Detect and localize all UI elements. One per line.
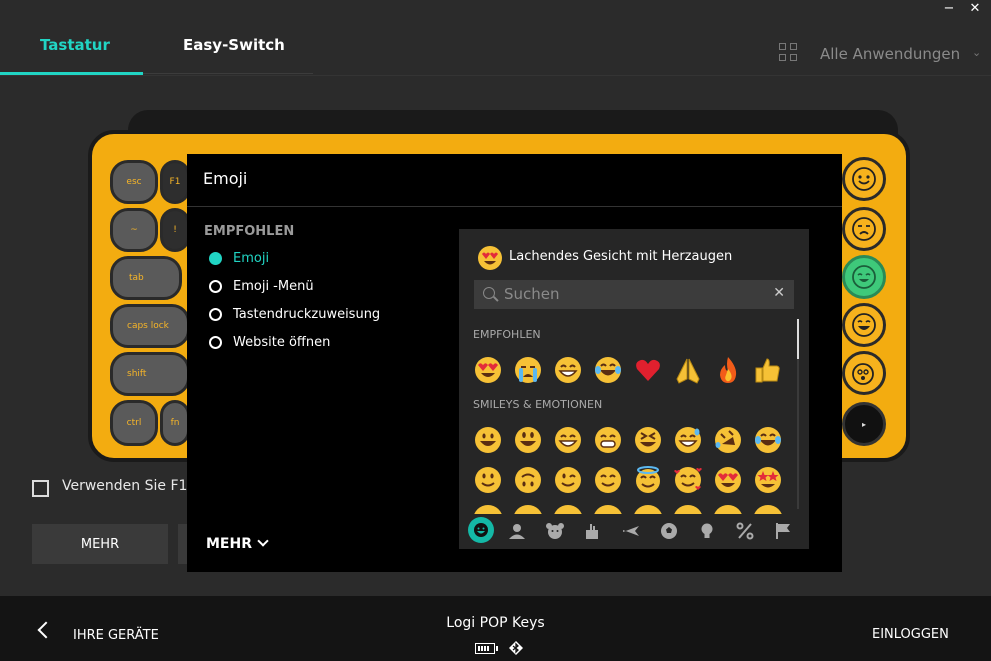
clear-icon[interactable]: ✕ <box>773 285 785 301</box>
device-name: Logi POP Keys <box>446 615 545 631</box>
fire-emoji-icon[interactable] <box>713 355 743 385</box>
panel-divider <box>187 206 842 207</box>
winking-face-emoji-icon[interactable] <box>553 465 583 495</box>
smiling-hearts-emoji-icon[interactable] <box>673 465 703 495</box>
slightly-smiling-emoji-icon[interactable] <box>473 465 503 495</box>
food-category-icon[interactable] <box>583 521 603 541</box>
key-tilde[interactable]: ~ <box>110 208 158 252</box>
key-ctrl[interactable]: ctrl <box>110 400 158 446</box>
smiley-category-icon[interactable] <box>468 517 494 543</box>
f-keys-label: Verwenden Sie F1-F <box>62 478 201 494</box>
panel-more-button[interactable]: MEHR <box>206 536 252 552</box>
squinting-face-emoji-icon[interactable] <box>633 425 663 455</box>
option-emoji-menu[interactable]: Emoji -Menü <box>209 279 314 294</box>
emoji-key-5[interactable] <box>842 351 886 395</box>
percent-category-icon[interactable] <box>735 521 755 541</box>
option-label: Website öffnen <box>233 335 331 350</box>
scrollbar-track[interactable] <box>797 359 799 509</box>
radio-icon <box>209 336 222 349</box>
key-esc[interactable]: esc <box>110 160 158 204</box>
smiling-eyes-emoji-icon[interactable] <box>593 465 623 495</box>
person-category-icon[interactable] <box>507 521 527 541</box>
search-icon <box>483 287 495 299</box>
option-label: Tastendruckzuweisung <box>233 307 381 322</box>
recommended-section-heading: EMPFOHLEN <box>473 328 541 341</box>
halo-face-emoji-icon[interactable] <box>633 465 663 495</box>
heart-eyes-emoji-icon <box>478 246 502 270</box>
tears-of-joy-emoji-icon[interactable] <box>593 355 623 385</box>
more-button[interactable]: MEHR <box>32 524 168 564</box>
key-fn[interactable]: fn <box>160 400 190 446</box>
radio-selected-icon <box>209 252 222 265</box>
radio-icon <box>209 308 222 321</box>
search-placeholder: Suchen <box>504 285 560 303</box>
option-emoji[interactable]: Emoji <box>209 251 269 266</box>
battery-icon <box>475 643 498 654</box>
connection-icon <box>509 641 523 655</box>
beaming-face-emoji-icon[interactable] <box>593 425 623 455</box>
upside-down-face-emoji-icon[interactable] <box>513 465 543 495</box>
flag-category-icon[interactable] <box>773 521 793 541</box>
radio-icon <box>209 280 222 293</box>
option-open-website[interactable]: Website öffnen <box>209 335 330 350</box>
grinning-smiling-eyes-emoji-icon[interactable] <box>553 425 583 455</box>
minimize-button[interactable]: − <box>936 0 962 20</box>
emoji-row-partial <box>473 505 793 514</box>
emoji-menu-key[interactable]: ▸ <box>842 402 886 446</box>
header <box>0 0 991 76</box>
emoji-key-3-selected[interactable] <box>842 255 886 299</box>
option-keystroke[interactable]: Tastendruckzuweisung <box>209 307 380 322</box>
smileys-section-heading: SMILEYS & EMOTIONEN <box>473 398 603 411</box>
key-tab[interactable]: tab <box>110 256 182 300</box>
option-label: Emoji <box>233 251 270 266</box>
tears-of-joy-emoji-icon[interactable] <box>753 425 783 455</box>
option-label: Emoji -Menü <box>233 279 314 294</box>
key-f1[interactable]: F1 <box>160 160 190 204</box>
recommended-heading: EMPFOHLEN <box>204 224 295 239</box>
animal-category-icon[interactable] <box>545 521 565 541</box>
key-shift[interactable]: shift <box>110 352 190 396</box>
chevron-down-icon[interactable]: ⌄ <box>972 46 981 59</box>
grinning-squint-emoji-icon[interactable] <box>553 355 583 385</box>
heart-eyes-emoji-icon[interactable] <box>713 465 743 495</box>
crying-face-emoji-icon[interactable] <box>513 355 543 385</box>
star-struck-emoji-icon[interactable] <box>753 465 783 495</box>
tab-tastatur[interactable]: Tastatur <box>40 36 110 54</box>
emoji-key-2[interactable] <box>842 207 886 251</box>
heart-eyes-emoji-icon[interactable] <box>473 355 503 385</box>
apps-selector[interactable]: Alle Anwendungen <box>820 45 960 63</box>
ball-category-icon[interactable] <box>659 521 679 541</box>
bulb-category-icon[interactable] <box>697 521 717 541</box>
f-keys-checkbox[interactable] <box>32 480 49 497</box>
travel-category-icon[interactable] <box>621 521 641 541</box>
chevron-down-icon[interactable] <box>257 535 269 547</box>
grid-icon[interactable] <box>779 43 799 63</box>
grinning-face-emoji-icon[interactable] <box>473 425 503 455</box>
key-1[interactable]: ! <box>160 208 190 252</box>
key-caps-lock[interactable]: caps lock <box>110 304 190 348</box>
scrollbar-thumb[interactable] <box>797 319 799 359</box>
emoji-search-input[interactable]: Suchen ✕ <box>474 280 794 309</box>
emoji-picker: Lachendes Gesicht mit Herzaugen Suchen ✕… <box>459 229 809 549</box>
close-button[interactable]: ✕ <box>962 0 988 20</box>
rolling-laughing-emoji-icon[interactable] <box>713 425 743 455</box>
panel-title: Emoji <box>203 169 248 188</box>
selected-emoji-name: Lachendes Gesicht mit Herzaugen <box>509 249 733 264</box>
header-divider <box>0 75 991 76</box>
emoji-key-4[interactable] <box>842 303 886 347</box>
login-button[interactable]: EINLOGGEN <box>872 627 949 642</box>
tab-easy-switch[interactable]: Easy-Switch <box>183 36 285 54</box>
grinning-big-eyes-emoji-icon[interactable] <box>513 425 543 455</box>
red-heart-emoji-icon[interactable] <box>633 355 663 385</box>
emoji-category-bar <box>459 514 809 549</box>
sweat-smile-emoji-icon[interactable] <box>673 425 703 455</box>
emoji-key-1[interactable] <box>842 157 886 201</box>
thumbs-up-emoji-icon[interactable] <box>753 355 783 385</box>
tabs-divider <box>143 73 313 74</box>
folded-hands-emoji-icon[interactable] <box>673 355 703 385</box>
